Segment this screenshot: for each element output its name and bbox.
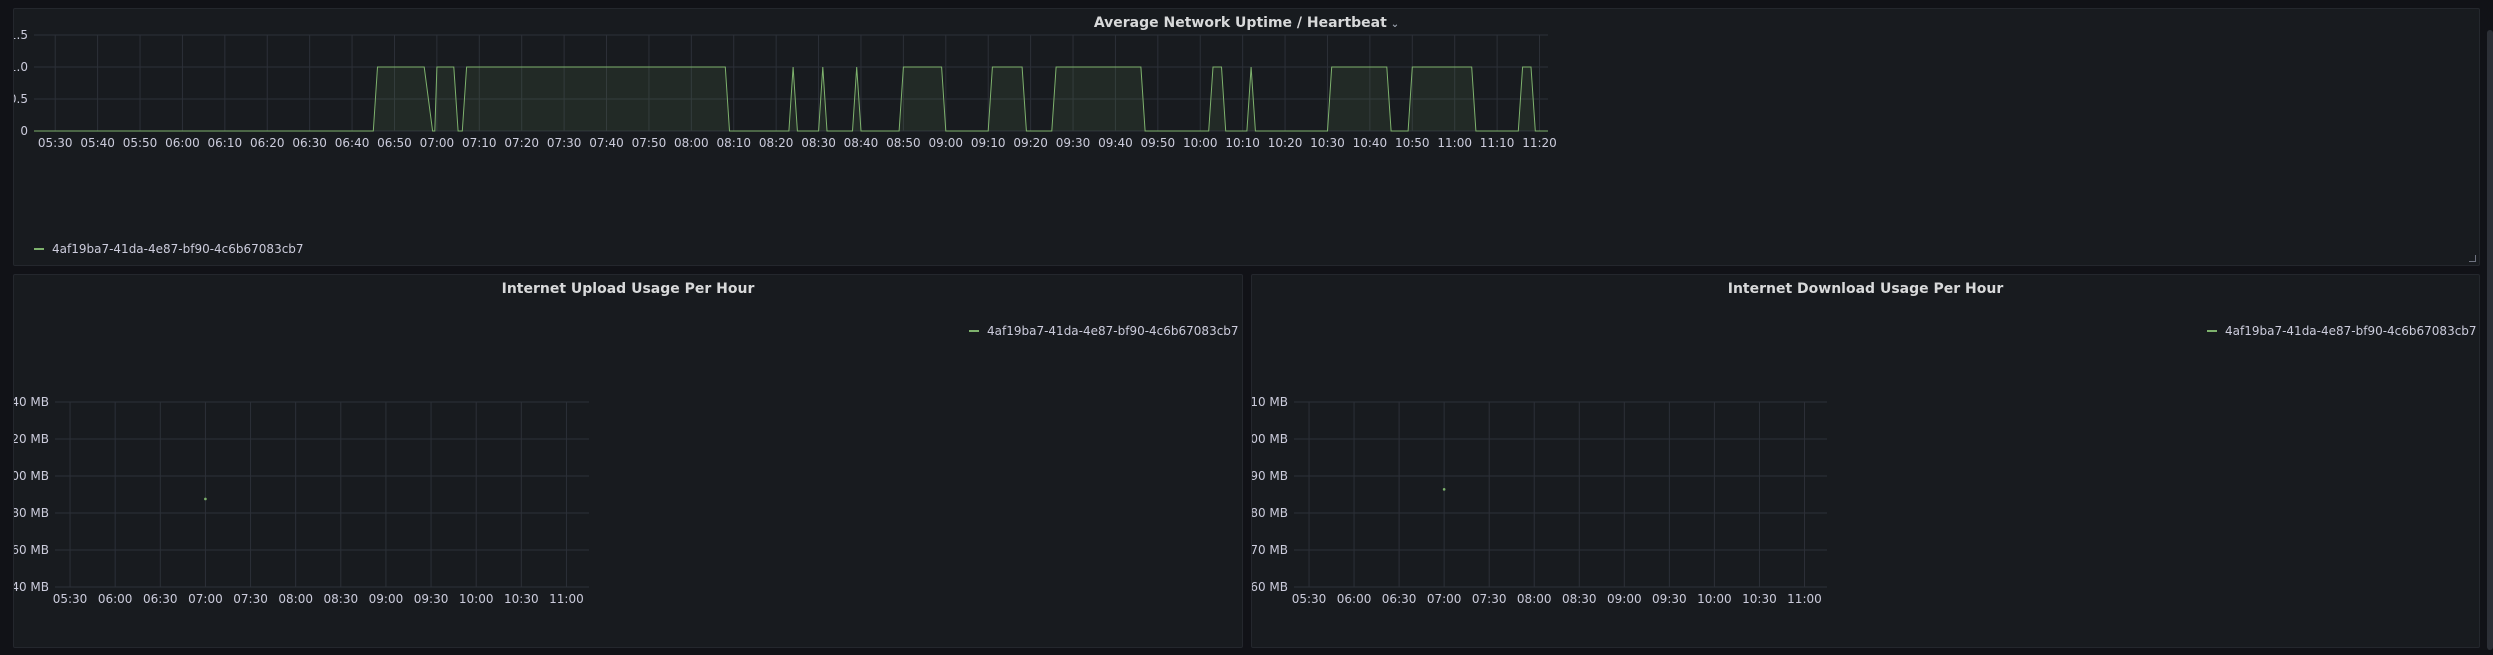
x-tick-label: 07:00 xyxy=(188,592,223,606)
x-tick-label: 11:00 xyxy=(549,592,584,606)
y-tick-label: 160 MB xyxy=(14,543,49,557)
x-tick-label: 06:30 xyxy=(143,592,178,606)
x-tick-label: 05:50 xyxy=(123,136,158,150)
download-legend-item[interactable]: 4af19ba7-41da-4e87-bf90-4c6b67083cb7 xyxy=(2207,324,2477,338)
x-tick-label: 09:30 xyxy=(1056,136,1091,150)
x-tick-label: 06:00 xyxy=(165,136,200,150)
x-tick-label: 09:00 xyxy=(369,592,404,606)
x-tick-label: 07:30 xyxy=(547,136,582,150)
y-tick-label: 0.5 xyxy=(14,92,28,106)
x-tick-label: 10:00 xyxy=(1183,136,1218,150)
download-legend-label[interactable]: 4af19ba7-41da-4e87-bf90-4c6b67083cb7 xyxy=(2225,324,2477,338)
uptime-chart: 0 0.5 1.0 1.5 05:30 05:40 05:50 06:00 06:10 06:20… xyxy=(14,28,1557,150)
x-tick-label: 10:30 xyxy=(504,592,539,606)
x-tick-label: 06:00 xyxy=(98,592,133,606)
x-tick-label: 06:30 xyxy=(1382,592,1417,606)
x-tick-label: 09:00 xyxy=(1607,592,1642,606)
x-tick-label: 06:20 xyxy=(250,136,285,150)
x-tick-label: 08:00 xyxy=(1517,592,1552,606)
x-tick-label: 06:30 xyxy=(292,136,327,150)
x-tick-label: 09:30 xyxy=(414,592,449,606)
y-tick-label: 110 MB xyxy=(1252,395,1288,409)
x-tick-label: 09:20 xyxy=(1013,136,1048,150)
data-point[interactable] xyxy=(1442,488,1446,491)
y-tick-label: 60 MB xyxy=(1252,580,1288,594)
legend-color-swatch xyxy=(969,330,979,332)
y-tick-label: 80 MB xyxy=(1252,506,1288,520)
x-tick-label: 11:20 xyxy=(1522,136,1557,150)
upload-legend-item[interactable]: 4af19ba7-41da-4e87-bf90-4c6b67083cb7 xyxy=(969,324,1239,338)
resize-handle-icon[interactable] xyxy=(2469,255,2476,262)
x-tick-label: 11:00 xyxy=(1787,592,1822,606)
x-tick-label: 07:30 xyxy=(233,592,268,606)
x-tick-label: 06:40 xyxy=(335,136,370,150)
y-tick-label: 90 MB xyxy=(1252,469,1288,483)
x-tick-label: 07:00 xyxy=(1427,592,1462,606)
x-tick-label: 07:40 xyxy=(589,136,624,150)
x-tick-label: 07:00 xyxy=(420,136,455,150)
x-tick-label: 10:20 xyxy=(1268,136,1303,150)
x-tick-label: 08:30 xyxy=(1562,592,1597,606)
y-tick-label: 180 MB xyxy=(14,506,49,520)
x-tick-label: 10:40 xyxy=(1353,136,1388,150)
x-tick-label: 10:00 xyxy=(459,592,494,606)
data-point[interactable] xyxy=(204,497,207,501)
x-tick-label: 06:00 xyxy=(1337,592,1372,606)
legend-color-swatch xyxy=(2207,330,2217,332)
x-tick-label: 07:10 xyxy=(462,136,497,150)
x-tick-label: 09:10 xyxy=(971,136,1006,150)
y-tick-label: 0 xyxy=(20,124,28,138)
x-tick-label: 11:00 xyxy=(1437,136,1472,150)
x-tick-label: 07:20 xyxy=(504,136,539,150)
x-tick-label: 08:20 xyxy=(759,136,794,150)
uptime-legend-item[interactable]: 4af19ba7-41da-4e87-bf90-4c6b67083cb7 xyxy=(34,242,304,256)
x-tick-label: 05:30 xyxy=(53,592,88,606)
x-tick-label: 10:30 xyxy=(1742,592,1777,606)
x-tick-label: 05:40 xyxy=(80,136,115,150)
x-tick-label: 09:30 xyxy=(1652,592,1687,606)
y-tick-label: 70 MB xyxy=(1252,543,1288,557)
x-tick-label: 10:10 xyxy=(1225,136,1260,150)
y-tick-label: 240 MB xyxy=(14,395,49,409)
legend-color-swatch xyxy=(34,248,44,250)
x-tick-label: 08:30 xyxy=(324,592,359,606)
x-tick-label: 07:50 xyxy=(632,136,667,150)
x-tick-label: 10:30 xyxy=(1310,136,1345,150)
x-tick-label: 09:40 xyxy=(1098,136,1133,150)
uptime-legend-label[interactable]: 4af19ba7-41da-4e87-bf90-4c6b67083cb7 xyxy=(52,242,304,256)
x-tick-label: 07:30 xyxy=(1472,592,1507,606)
upload-panel: Internet Upload Usage Per Hour 140 MB160… xyxy=(13,274,1243,648)
x-tick-label: 08:00 xyxy=(674,136,709,150)
x-tick-label: 05:30 xyxy=(38,136,73,150)
x-tick-label: 11:10 xyxy=(1480,136,1515,150)
y-tick-label: 220 MB xyxy=(14,432,49,446)
x-tick-label: 10:00 xyxy=(1697,592,1732,606)
x-tick-label: 08:40 xyxy=(844,136,879,150)
x-tick-label: 10:50 xyxy=(1395,136,1430,150)
x-tick-label: 08:00 xyxy=(278,592,313,606)
y-tick-label: 1.0 xyxy=(14,60,28,74)
page-scrollbar[interactable] xyxy=(2487,30,2493,650)
x-tick-label: 05:30 xyxy=(1292,592,1327,606)
upload-legend-label[interactable]: 4af19ba7-41da-4e87-bf90-4c6b67083cb7 xyxy=(987,324,1239,338)
x-tick-label: 06:50 xyxy=(377,136,412,150)
y-tick-label: 200 MB xyxy=(14,469,49,483)
y-tick-label: 100 MB xyxy=(1252,432,1288,446)
x-tick-label: 08:10 xyxy=(716,136,751,150)
y-tick-label: 1.5 xyxy=(14,28,28,42)
x-tick-label: 08:30 xyxy=(801,136,836,150)
y-tick-label: 140 MB xyxy=(14,580,49,594)
x-tick-label: 09:50 xyxy=(1141,136,1176,150)
x-tick-label: 06:10 xyxy=(208,136,243,150)
x-tick-label: 09:00 xyxy=(928,136,963,150)
download-panel: Internet Download Usage Per Hour 60 MB 70… xyxy=(1251,274,2480,648)
x-tick-label: 08:50 xyxy=(886,136,921,150)
uptime-panel: Average Network Uptime / Heartbeat⌄ 00.5… xyxy=(13,8,2480,266)
